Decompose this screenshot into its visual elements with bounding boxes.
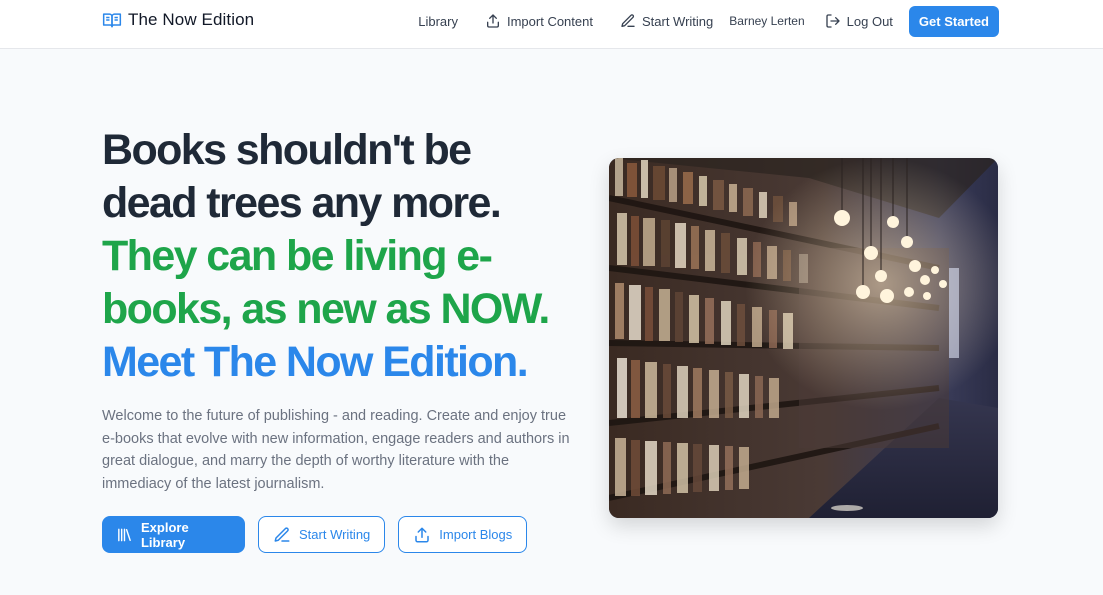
pencil-icon xyxy=(621,14,635,27)
nav-import-content-link[interactable]: Import Content xyxy=(485,13,593,29)
open-book-icon xyxy=(102,13,122,28)
explore-library-label: Explore Library xyxy=(140,519,189,550)
user-name: Barney Lerten xyxy=(729,14,805,28)
nav-library-link[interactable]: Library xyxy=(418,14,458,29)
nav-library-label: Library xyxy=(418,13,458,29)
library-hero-image xyxy=(609,158,998,518)
explore-library-button[interactable]: Explore Library xyxy=(102,516,245,553)
import-blogs-label: Import Blogs xyxy=(439,527,513,542)
headline-line-1: Books shouldn't be xyxy=(102,126,472,174)
headline-line-5: Meet The Now Edition. xyxy=(102,338,529,386)
get-started-button[interactable]: Get Started xyxy=(908,5,999,37)
hero-headline: Books shouldn't be dead trees any more. … xyxy=(102,124,582,389)
headline-line-2: dead trees any more. xyxy=(102,179,502,227)
upload-icon xyxy=(486,14,499,28)
nav-logout-label: Log Out xyxy=(846,13,893,29)
nav-logout-link[interactable]: Log Out xyxy=(825,13,893,29)
library-icon xyxy=(118,528,131,541)
top-nav-bar: The Now Edition Library Import Content S… xyxy=(0,0,1103,49)
brand-logo-link[interactable]: The Now Edition xyxy=(102,10,254,30)
start-writing-label: Start Writing xyxy=(299,527,371,542)
main-nav: Library Import Content Start Writing Bar… xyxy=(418,5,999,37)
start-writing-button[interactable]: Start Writing xyxy=(258,516,386,553)
library-bookshelf-illustration xyxy=(609,158,998,518)
hero-description: Welcome to the future of publishing - an… xyxy=(102,408,570,492)
nav-start-writing-link[interactable]: Start Writing xyxy=(620,13,713,29)
headline-line-3: They can be living e- xyxy=(102,232,493,280)
nav-start-writing-label: Start Writing xyxy=(641,13,714,29)
headline-line-4: books, as new as NOW. xyxy=(102,285,550,333)
nav-import-label: Import Content xyxy=(506,13,593,29)
import-blogs-button[interactable]: Import Blogs xyxy=(398,516,528,553)
pencil-icon xyxy=(274,526,290,542)
brand-name: The Now Edition xyxy=(128,10,255,29)
upload-icon xyxy=(415,527,430,542)
logout-icon xyxy=(825,14,840,28)
hero-actions: Explore Library Start Writing Import Blo… xyxy=(102,516,540,553)
